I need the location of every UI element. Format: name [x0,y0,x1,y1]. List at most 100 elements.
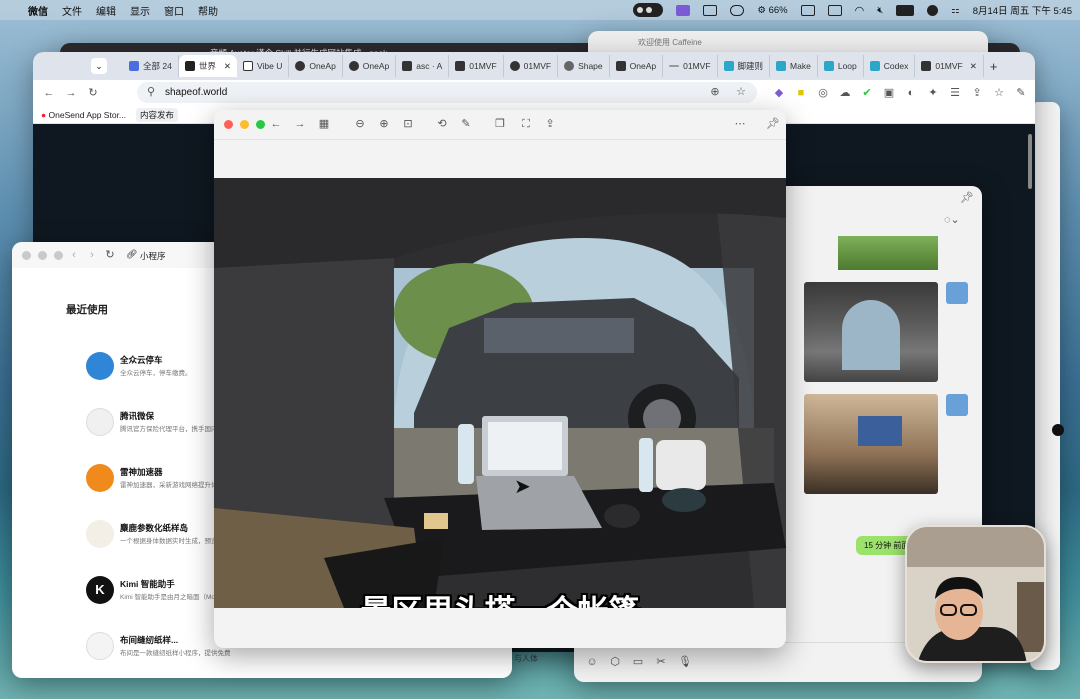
extensions-puzzle-icon[interactable]: ✦ [927,87,939,99]
more-icon[interactable]: ⋯ [734,118,746,130]
reload-icon[interactable]: ↻ [87,87,99,99]
recording-indicator-icon[interactable] [633,3,664,17]
extension-1-icon[interactable]: ◆ [773,87,785,99]
app-card[interactable]: 麋鹿参数化纸样岛 一个根据身体数据实时生成，预览并 [32,520,232,570]
menu-app-name[interactable]: 微信 [28,3,48,18]
scissors-icon[interactable]: ✂ [655,656,667,668]
tab-shape[interactable]: Shape [558,55,610,77]
tab-make[interactable]: Make [770,55,818,77]
back-icon[interactable]: ← [43,87,55,99]
extension-6-icon[interactable]: ▣ [883,87,895,99]
app-card[interactable]: K Kimi 智能助手 Kimi 智能助手是由月之暗面（Moon [32,576,232,626]
preview-window[interactable]: ← → ▦ ⊖ ⊕ ⊡ ⟲ ✎ ❐ ⛶ ⇪ ⋯ 📌︎ ➤ [214,110,786,648]
folder-icon[interactable]: ▭ [632,656,644,668]
zoom-button[interactable] [54,251,63,260]
star-icon[interactable]: ☆ [993,87,1005,99]
site-settings-icon[interactable]: ⚲ [145,86,157,98]
chat-image-grass[interactable] [838,236,938,270]
minimize-button[interactable] [240,120,249,129]
tab-vibe[interactable]: Vibe U [237,55,290,77]
bookmark-content[interactable]: 内容发布 [136,107,179,122]
bookmark-star-icon[interactable]: ☆ [735,86,747,98]
reading-list-icon[interactable]: ☰ [949,87,961,99]
back-icon[interactable]: ← [270,118,282,130]
tab-close-icon[interactable]: ✕ [970,61,977,72]
display-icon[interactable] [703,4,718,16]
tab-asc[interactable]: asc · A [396,55,450,77]
menu-file[interactable]: 文件 [62,3,82,18]
copy-icon[interactable]: ❐ [494,118,506,130]
tab-oneap-3[interactable]: OneAp [610,55,664,77]
extension-3-icon[interactable]: ◎ [817,87,829,99]
menu-extras-icon[interactable]: ⚏ [951,5,960,16]
menu-edit[interactable]: 编辑 [96,3,116,18]
app-card[interactable]: 布间缝纫纸样... 布间是一款缝纫纸样小程序，提供免费 [32,632,232,678]
address-bar[interactable]: ⚲ shapeof.world ⊕ ☆ [137,82,757,103]
minimize-button[interactable] [38,251,47,260]
zoom-icon[interactable]: ⊕ [709,86,721,98]
tab-loop[interactable]: Loop [818,55,864,77]
tent-photo[interactable]: ➤ 景区里头搭一个帐篷 [214,178,786,608]
tab-01mvf-2[interactable]: 01MVF [504,55,559,77]
gamepad-icon[interactable] [730,4,745,16]
chat-image-tent[interactable] [804,282,938,382]
mute-icon[interactable]: 🔇︎ [877,5,883,16]
browser-scrollbar[interactable] [1028,134,1032,189]
chat-avatar-2[interactable] [946,394,968,416]
battery-status[interactable]: ⚙ 66% [757,5,787,16]
reload-icon[interactable]: ↻ [104,249,116,261]
control-center-icon[interactable] [927,4,939,16]
tab-close-icon[interactable]: ✕ [224,61,231,72]
zoom-in-icon[interactable]: ⊕ [378,118,390,130]
voice-icon[interactable]: 🎙︎ [678,656,692,668]
grid-view-icon[interactable]: ▦ [318,118,330,130]
webcam-overlay[interactable] [905,525,1046,663]
extension-2-icon[interactable]: ■ [795,87,807,99]
window-switch-icon[interactable] [827,4,842,16]
pin-icon[interactable]: 📌︎ [960,192,974,204]
forward-icon[interactable]: › [86,249,98,261]
menu-window[interactable]: 窗口 [164,3,184,18]
favorites-icon[interactable]: ⬡ [609,656,621,668]
zoom-button[interactable] [256,120,265,129]
new-tab-button[interactable]: + [984,55,1004,77]
close-button[interactable] [22,251,31,260]
fit-icon[interactable]: ⊡ [402,118,414,130]
menubar-datetime[interactable]: 8月14日 周五 下午 5:45 [973,3,1072,17]
app-card[interactable]: 腾讯微保 腾讯官方保险代理平台，携手国内知名 [32,408,232,458]
crop-icon[interactable]: ⛶ [520,118,532,130]
tab-active[interactable]: 世界 ✕ [178,55,237,77]
tab-01mvf-3[interactable]: 01MVF [663,55,718,77]
chat-avatar[interactable] [946,282,968,304]
back-icon[interactable]: ‹ [68,249,80,261]
pin-icon[interactable]: 📌︎ [766,118,780,130]
extension-5-icon[interactable]: ✔ [861,87,873,99]
menu-help[interactable]: 帮助 [198,3,218,18]
zoom-out-icon[interactable]: ⊖ [354,118,366,130]
close-button[interactable] [224,120,233,129]
chat-image-desk[interactable] [804,394,938,494]
rotate-icon[interactable]: ⟲ [436,118,448,130]
forward-icon[interactable]: → [294,118,306,130]
menu-view[interactable]: 显示 [130,3,150,18]
tab-01mvf-1[interactable]: 01MVF [449,55,504,77]
tab-codex[interactable]: Codex [864,55,916,77]
bookmark-onesend[interactable]: ● OneSend App Stor... [41,110,126,120]
tab-oneap-1[interactable]: OneAp [289,55,343,77]
tab-oneap-2[interactable]: OneAp [343,55,397,77]
markup-icon[interactable]: ✎ [460,118,472,130]
clipboard-icon[interactable] [800,4,815,16]
wifi-icon[interactable]: ◠ [855,4,865,17]
share-icon[interactable]: ⇪ [971,87,983,99]
battery-icon[interactable] [896,4,915,16]
emoji-icon[interactable]: ☺ [586,656,598,668]
translate-icon[interactable]: ✎ [1015,87,1027,99]
app-card[interactable]: 雷神加速器 雷神加速器，采新游戏网络提升体验 [32,464,232,514]
app-card[interactable]: 全众云停车 全众云停车，停车缴费。 [32,352,232,402]
extension-4-icon[interactable]: ☁ [839,87,851,99]
extension-7-icon[interactable]: ◐ [905,87,917,99]
tab-jianze[interactable]: 脚建则 [718,55,771,77]
tab-01mvf-4[interactable]: 01MVF ✕ [915,55,984,77]
tab-all[interactable]: 全部 24 [123,55,179,77]
forward-icon[interactable]: → [65,87,77,99]
